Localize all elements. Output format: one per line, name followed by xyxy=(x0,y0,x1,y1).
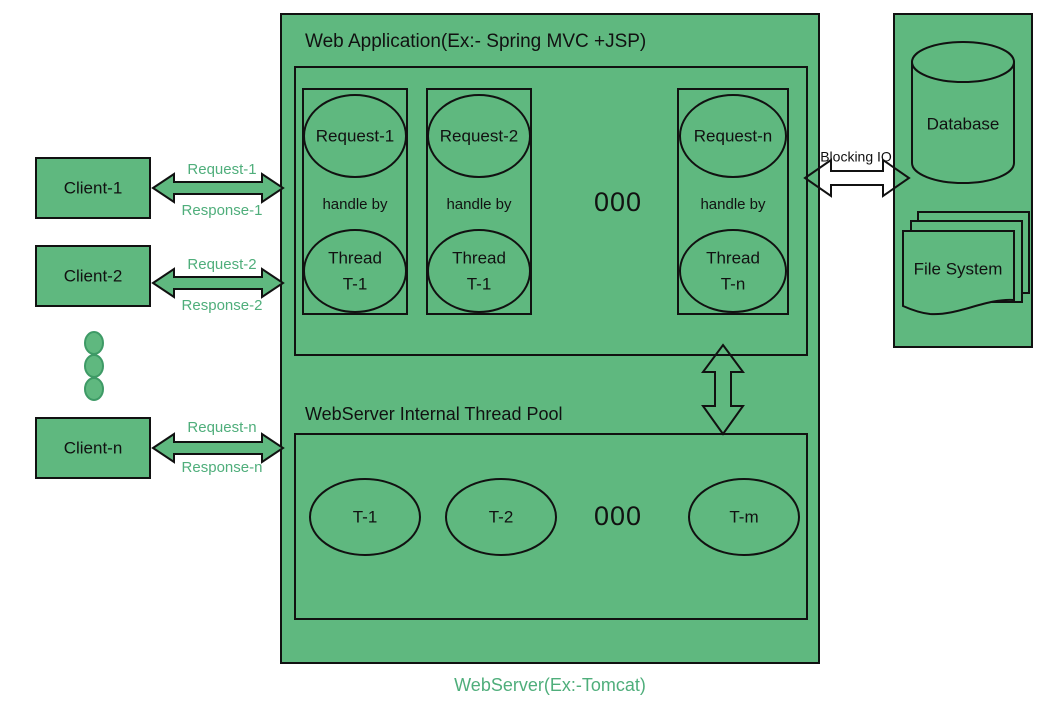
webserver-caption: WebServer(Ex:-Tomcat) xyxy=(454,675,646,695)
thread-label-line2: T-1 xyxy=(343,274,368,293)
request-arrow-label: Request-n xyxy=(187,419,256,436)
request-label: Request-n xyxy=(694,126,772,145)
response-arrow-label: Response-n xyxy=(182,459,263,476)
thread-pool-thread-1: T-1 xyxy=(309,478,421,556)
request-column-2: Request-2 handle by Thread T-1 xyxy=(426,88,532,315)
request-column-n: Request-n handle by Thread T-n xyxy=(677,88,789,315)
thread-ellipse xyxy=(303,229,407,313)
client-server-double-arrow xyxy=(151,267,285,299)
response-arrow-label: Response-2 xyxy=(182,297,263,314)
handle-by-label: handle by xyxy=(700,196,766,213)
request-arrow-label: Request-2 xyxy=(187,256,256,273)
client-2: Client-2 Request-2 Response-2 xyxy=(35,245,285,314)
dot-icon xyxy=(84,354,104,378)
database-cylinder-top xyxy=(911,41,1015,83)
client-label: Client-n xyxy=(64,438,123,457)
thread-pool-ellipsis: 000 xyxy=(594,501,642,531)
client-n: Client-n Request-n Response-n xyxy=(35,417,285,479)
thread-pool-title: WebServer Internal Thread Pool xyxy=(305,404,562,424)
request-arrow-label: Request-1 xyxy=(187,161,256,178)
client-server-double-arrow xyxy=(151,172,285,204)
thread-ellipse xyxy=(427,229,531,313)
database-label: Database xyxy=(927,114,1000,133)
thread-label: T-m xyxy=(729,507,758,526)
blocking-io-label: Blocking IO xyxy=(820,149,892,165)
file-system-node: File System xyxy=(902,211,1030,316)
response-arrow-label: Response-1 xyxy=(182,202,263,219)
handle-by-label: handle by xyxy=(446,196,512,213)
file-system-label: File System xyxy=(914,259,1003,278)
client-1: Client-1 Request-1 Response-1 xyxy=(35,157,285,219)
client-server-double-arrow xyxy=(151,432,285,464)
thread-label-line1: Thread xyxy=(706,248,760,267)
client-label: Client-2 xyxy=(64,266,123,285)
diagram-root: Web Application(Ex:- Spring MVC +JSP) Re… xyxy=(0,0,1041,708)
architecture-diagram: Web Application(Ex:- Spring MVC +JSP) Re… xyxy=(35,13,1033,695)
thread-label: T-1 xyxy=(353,507,378,526)
thread-ellipse xyxy=(679,229,787,313)
thread-label-line1: Thread xyxy=(452,248,506,267)
request-label: Request-2 xyxy=(440,126,518,145)
request-column-1: Request-1 handle by Thread T-1 xyxy=(302,88,408,315)
client-ellipsis-dots xyxy=(84,331,104,401)
web-application-ellipsis: 000 xyxy=(594,187,642,217)
thread-label-line2: T-n xyxy=(721,274,746,293)
database-node: Database xyxy=(911,41,1015,184)
web-application-title: Web Application(Ex:- Spring MVC +JSP) xyxy=(305,31,646,52)
client-label: Client-1 xyxy=(64,178,123,197)
thread-pool-thread-2: T-2 xyxy=(445,478,557,556)
thread-label-line2: T-1 xyxy=(467,274,492,293)
thread-label: T-2 xyxy=(489,507,514,526)
dot-icon xyxy=(84,331,104,355)
thread-pool-thread-m: T-m xyxy=(688,478,800,556)
thread-label-line1: Thread xyxy=(328,248,382,267)
request-label: Request-1 xyxy=(316,126,394,145)
handle-by-label: handle by xyxy=(322,196,388,213)
dot-icon xyxy=(84,377,104,401)
